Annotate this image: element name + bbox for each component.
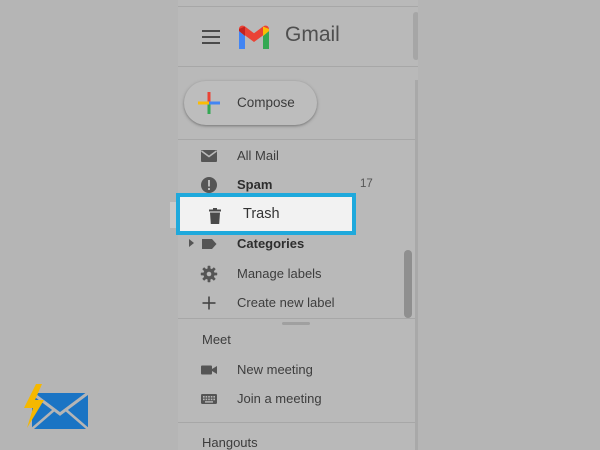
hangouts-section-title: Hangouts xyxy=(202,435,258,450)
compose-plus-icon xyxy=(198,92,220,114)
spam-alert-icon xyxy=(201,177,217,193)
app-header: Gmail xyxy=(178,8,418,64)
spam-count: 17 xyxy=(360,178,373,190)
nav-label-join-meeting: Join a meeting xyxy=(237,391,322,406)
expand-caret-icon[interactable] xyxy=(189,239,194,247)
divider xyxy=(178,422,418,423)
keyboard-icon xyxy=(201,394,217,404)
divider xyxy=(178,6,418,7)
nav-label-trash: Trash xyxy=(243,206,280,222)
compose-label: Compose xyxy=(237,95,295,110)
sidebar-scrollbar[interactable] xyxy=(404,250,412,318)
nav-item-all-mail[interactable]: All Mail xyxy=(178,141,418,171)
top-scroll-indicator xyxy=(413,12,418,60)
gmail-logo-icon[interactable] xyxy=(237,25,271,51)
meet-section-title: Meet xyxy=(202,332,231,347)
plus-icon xyxy=(202,296,216,310)
nav-item-join-meeting[interactable]: Join a meeting xyxy=(178,384,418,414)
compose-button[interactable]: Compose xyxy=(184,81,317,125)
email-lightning-logo-icon xyxy=(24,384,89,430)
panel-resize-handle[interactable] xyxy=(282,322,310,325)
panel-edge-shadow xyxy=(415,80,418,450)
hamburger-menu-icon[interactable] xyxy=(202,30,220,44)
label-tag-icon xyxy=(202,239,217,249)
nav-label-spam: Spam xyxy=(237,177,273,192)
divider xyxy=(178,66,418,67)
divider xyxy=(178,139,418,140)
nav-label-manage-labels: Manage labels xyxy=(237,266,322,281)
app-name: Gmail xyxy=(285,23,340,46)
nav-label-all-mail: All Mail xyxy=(237,148,279,163)
nav-item-manage-labels[interactable]: Manage labels xyxy=(178,259,418,289)
video-camera-icon xyxy=(201,365,217,375)
nav-label-create-label: Create new label xyxy=(237,295,335,310)
gear-icon xyxy=(200,265,218,283)
trash-icon xyxy=(209,208,221,224)
divider xyxy=(178,318,418,319)
nav-item-create-label[interactable]: Create new label xyxy=(178,288,418,318)
nav-item-trash[interactable]: Trash xyxy=(176,193,356,235)
nav-label-new-meeting: New meeting xyxy=(237,362,313,377)
nav-item-new-meeting[interactable]: New meeting xyxy=(178,355,418,385)
nav-label-categories: Categories xyxy=(237,236,305,251)
mail-envelope-icon xyxy=(201,150,217,162)
